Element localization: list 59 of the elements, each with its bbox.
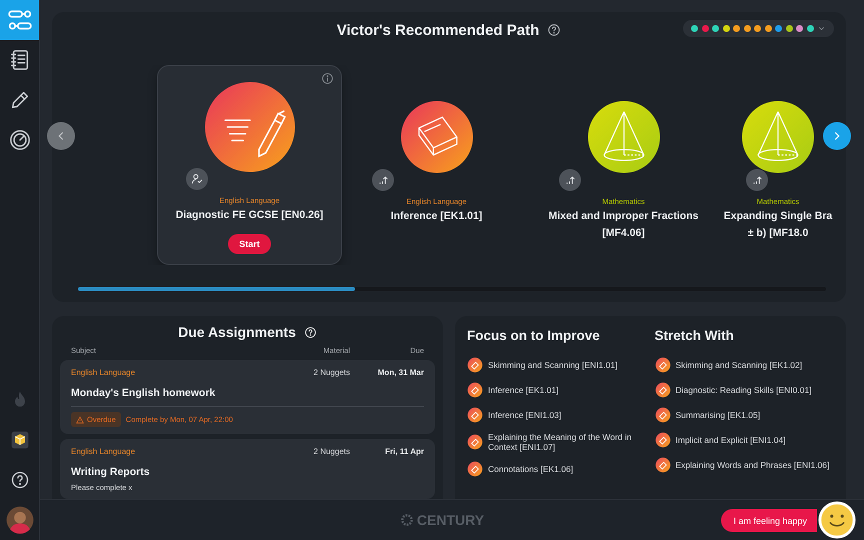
subject-filter[interactable] bbox=[683, 20, 834, 37]
nugget-link[interactable]: Summarising [EK1.05] bbox=[676, 410, 760, 420]
assignment-title: Monday's English homework bbox=[71, 387, 216, 399]
notebook-icon bbox=[8, 49, 30, 71]
nugget-link[interactable]: Inference [EK1.01] bbox=[488, 385, 558, 395]
lesson-title: Expanding Single Bra bbox=[724, 209, 832, 223]
lesson-title: Diagnostic FE GCSE [EN0.26] bbox=[176, 208, 324, 222]
nugget-icon bbox=[654, 382, 670, 398]
nugget-icon bbox=[654, 407, 670, 423]
nugget-icon bbox=[467, 382, 483, 398]
nugget-link[interactable]: Explaining Words and Phrases [ENI1.06] bbox=[676, 460, 830, 470]
due-date: Mon, 31 Mar bbox=[376, 368, 424, 377]
warning-icon bbox=[76, 416, 84, 424]
due-date: Fri, 11 Apr bbox=[384, 447, 424, 456]
logo-text: CENTURY bbox=[416, 512, 484, 528]
info-icon bbox=[321, 72, 334, 85]
help-icon bbox=[547, 23, 562, 37]
nugget-icon bbox=[654, 357, 670, 373]
book-drawing bbox=[400, 101, 472, 173]
cone-drawing bbox=[742, 101, 814, 173]
subject-label: English Language bbox=[71, 368, 136, 377]
nugget-link[interactable]: Skimming and Scanning [ENI1.01] bbox=[488, 360, 618, 370]
nugget-link[interactable]: Implicit and Explicit [ENI1.04] bbox=[676, 435, 786, 445]
nugget-link[interactable]: Skimming and Scanning [EK1.02] bbox=[676, 360, 802, 370]
help-icon bbox=[304, 326, 317, 338]
lesson-title: Inference [EK1.01] bbox=[390, 209, 482, 223]
start-button[interactable]: Start bbox=[228, 234, 271, 254]
assignment-title: Writing Reports bbox=[71, 466, 151, 478]
nugget-link[interactable]: Explaining the Meaning of the Word in Context [ENI1.07] bbox=[488, 432, 646, 452]
help-icon[interactable] bbox=[10, 470, 30, 490]
nugget-link[interactable]: Connotations [EK1.06] bbox=[488, 464, 574, 474]
cube-icon[interactable] bbox=[10, 430, 30, 450]
mood-button[interactable]: I am feeling happy bbox=[721, 509, 817, 532]
cone-drawing bbox=[588, 101, 660, 173]
lesson-title: ± b) [MF18.0 bbox=[748, 226, 808, 240]
section-title: Stretch With bbox=[654, 328, 735, 343]
nugget-icon bbox=[467, 357, 483, 373]
person-check-icon bbox=[190, 172, 204, 186]
nugget-icon bbox=[654, 432, 670, 448]
avatar-icon[interactable] bbox=[6, 506, 34, 534]
scrollbar[interactable] bbox=[78, 287, 826, 291]
gauge-icon bbox=[8, 129, 30, 151]
nugget-icon bbox=[467, 434, 483, 450]
nugget-icon bbox=[467, 461, 483, 477]
panel-title: Due Assignments bbox=[178, 324, 296, 340]
nugget-icon bbox=[467, 407, 483, 423]
previous-button[interactable] bbox=[47, 122, 75, 150]
lesson-title: [MF4.06] bbox=[602, 226, 645, 240]
lesson-title: Mixed and Improper Fractions bbox=[548, 209, 698, 223]
section-title: Focus on to Improve bbox=[467, 328, 601, 343]
smiley-icon[interactable] bbox=[818, 501, 856, 539]
nugget-link[interactable]: Diagnostic: Reading Skills [ENI0.01] bbox=[676, 385, 812, 395]
nugget-icon bbox=[654, 457, 670, 473]
panel-title: Victor's Recommended Path bbox=[336, 22, 540, 38]
next-button[interactable] bbox=[823, 122, 851, 150]
subject-label: English Language bbox=[71, 447, 136, 456]
material-count: 2 Nuggets bbox=[314, 368, 350, 377]
nugget-link[interactable]: Inference [ENI1.03] bbox=[488, 410, 562, 420]
material-count: 2 Nuggets bbox=[314, 447, 350, 456]
